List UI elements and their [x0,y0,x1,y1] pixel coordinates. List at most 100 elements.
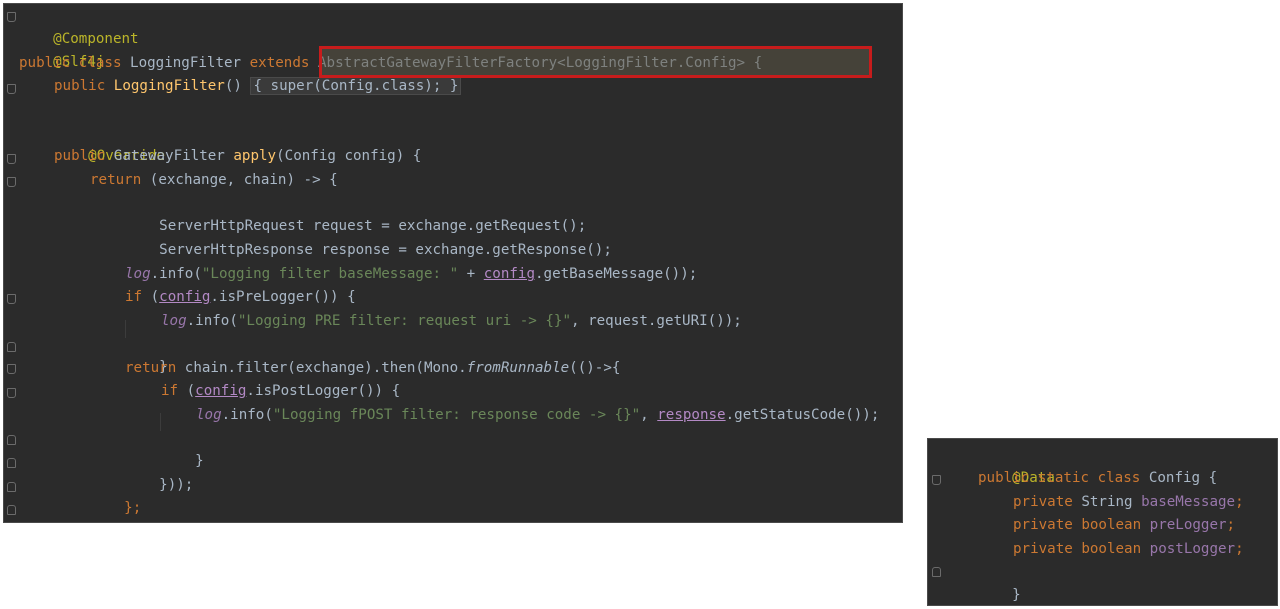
code-line-12: log.info("Logging filter baseMessage: " … [125,263,697,286]
class-name: Config { [1148,470,1218,486]
keyword-if: if [161,383,187,399]
code-line-16: return chain.filter(exchange).then(Mono.… [125,357,620,380]
string-literal: "Logging fPOST filter: response code -> … [272,407,641,423]
main-code-editor[interactable]: @Component @Slf4j public class LoggingFi… [3,3,903,523]
code-line-4: public LoggingFilter() { super(Config.cl… [54,75,462,98]
code-line-3: public class LoggingFilter extends Abstr… [19,52,762,75]
statement: ServerHttpResponse response = exchange.g… [159,242,612,258]
superclass-name: AbstractGatewayFilterFactory<LoggingFilt… [317,55,763,71]
config-line-4: private boolean preLogger; [1013,514,1235,537]
code-line-17: if (config.isPostLogger()) { [161,380,400,403]
keyword: private [1013,494,1082,510]
config-reference: config [195,383,247,399]
code-line-20: })); [125,451,193,493]
code-line-19: } [161,427,204,469]
config-line-6: } [978,561,1021,603]
method-name: apply [233,148,277,164]
type-name: GatewayFilter [113,148,234,164]
log-field: log [196,407,222,423]
config-line-1: @Data [978,444,1055,486]
config-line-2: public static class Config { [978,467,1217,490]
log-field: log [161,313,187,329]
config-reference: config [159,289,211,305]
field-name: preLogger [1149,517,1227,533]
config-reference: config [483,266,535,282]
config-code-editor[interactable]: @Data public static class Config { priva… [927,438,1278,606]
keyword: public static class [978,470,1149,486]
code-line-14: log.info("Logging PRE filter: request ur… [161,310,742,333]
call: .info( [221,407,273,423]
call: .getStatusCode()); [725,407,880,423]
call-args: , request.getURI()); [571,313,742,329]
call: .info( [150,266,202,282]
lambda-open: (()->{ [569,360,621,376]
keyword-extends: extends [249,55,318,71]
string-literal: "Logging PRE filter: request uri -> {}" [237,313,571,329]
closing-brace: } [1012,587,1021,603]
fold-marker-icon[interactable] [7,12,16,22]
keyword-return: return [90,172,150,188]
code-line-2: @Slf4j [19,28,104,70]
semicolon: ; [1235,494,1244,510]
type-name: String [1081,494,1142,510]
paren: ( [186,383,196,399]
code-line-8: return (exchange, chain) -> { [90,169,338,192]
code-line-18: log.info("Logging fPOST filter: response… [196,404,879,427]
string-literal: "Logging filter baseMessage: " [201,266,459,282]
code-line-13: if (config.isPreLogger()) { [125,286,356,309]
fold-end-marker-icon[interactable] [932,567,941,577]
fold-marker-icon[interactable] [7,294,16,304]
fold-marker-icon[interactable] [7,388,16,398]
call-chain: chain.filter(exchange).then(Mono. [184,360,467,376]
closing-brace: }; [124,500,142,516]
paren: ( [150,289,160,305]
config-line-7: } [943,584,986,605]
closing-brace: })); [159,477,194,493]
method-params: (Config config) { [276,148,422,164]
fold-marker-icon[interactable] [932,475,941,485]
lambda-header: (exchange, chain) -> { [149,172,338,188]
class-name: LoggingFilter [130,55,250,71]
call: .getBaseMessage()); [535,266,698,282]
fold-end-marker-icon[interactable] [7,342,16,352]
field-name: baseMessage [1141,494,1236,510]
call: .info( [186,313,238,329]
keyword: public [54,148,114,164]
static-method: fromRunnable [466,360,570,376]
code-line-10: ServerHttpResponse response = exchange.g… [125,216,612,258]
call: .isPostLogger()) { [246,383,401,399]
code-line-7: public GatewayFilter apply(Config config… [54,145,421,168]
log-field: log [125,266,151,282]
code-line-22: } [54,497,97,520]
keyword: private boolean [1013,541,1150,557]
semicolon: ; [1235,541,1244,557]
fold-end-marker-icon[interactable] [7,435,16,445]
code-line-1: @Component [19,5,138,47]
operator: + [458,266,484,282]
keyword: private boolean [1013,517,1150,533]
comma: , [640,407,658,423]
keyword-if: if [125,289,151,305]
response-reference: response [657,407,726,423]
fold-marker-icon[interactable] [7,177,16,187]
closing-brace: } [195,453,204,469]
folded-code-region[interactable]: { super(Config.class); } [250,77,462,95]
fold-end-marker-icon[interactable] [7,458,16,468]
code-line-9: ServerHttpRequest request = exchange.get… [125,192,586,234]
call: .isPreLogger()) { [210,289,356,305]
paren: () [224,78,251,94]
semicolon: ; [1226,517,1236,533]
keyword-return: return [125,360,185,376]
code-line-21: }; [90,474,141,516]
config-line-3: private String baseMessage; [1013,491,1244,514]
fold-marker-icon[interactable] [7,364,16,374]
config-line-5: private boolean postLogger; [1013,538,1244,561]
fold-marker-icon[interactable] [7,154,16,164]
keyword: public class [19,55,131,71]
fold-marker-icon[interactable] [7,84,16,94]
code-line-6: @Override [54,122,165,164]
code-line-15: } [125,333,168,375]
fold-end-marker-icon[interactable] [7,482,16,492]
fold-end-marker-icon[interactable] [7,505,16,515]
field-name: postLogger [1149,541,1236,557]
